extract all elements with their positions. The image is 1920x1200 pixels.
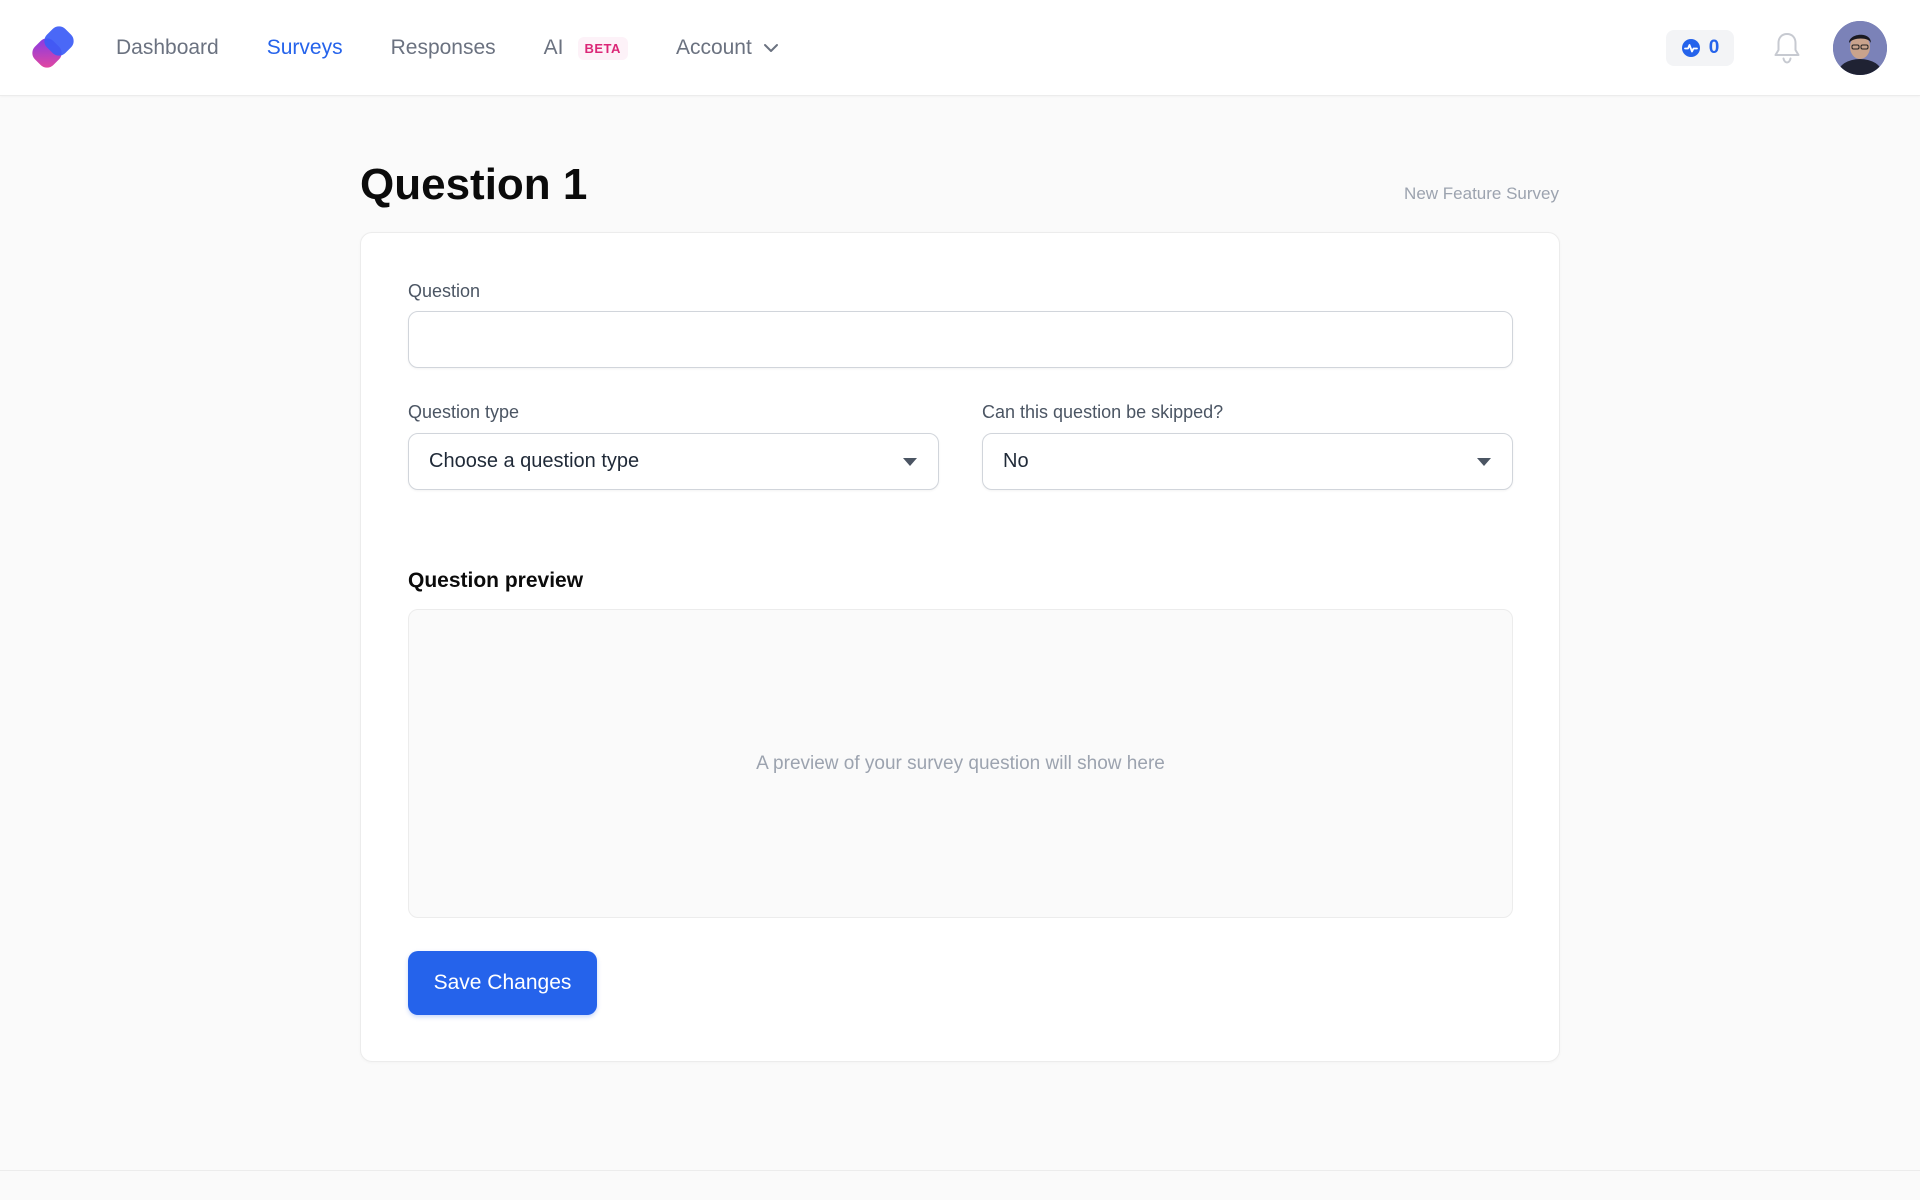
main-nav: Dashboard Surveys Responses AI BETA Acco…	[116, 0, 828, 96]
nav-item-label: Account	[675, 36, 752, 59]
question-editor-card: Question Question type Choose a question…	[360, 232, 1560, 1062]
preview-heading: Question preview	[408, 569, 584, 592]
nav-item-label: Responses	[390, 36, 496, 59]
chevron-down-icon	[763, 44, 778, 52]
question-label: Question	[408, 281, 481, 301]
nav-item-surveys[interactable]: Surveys	[267, 36, 343, 60]
user-avatar[interactable]	[1833, 21, 1887, 75]
skippable-select[interactable]: No	[982, 433, 1513, 490]
nav-item-account[interactable]: Account	[676, 36, 780, 60]
page-title: Question 1	[360, 160, 588, 209]
user-avatar-icon	[1833, 21, 1887, 75]
nav-item-label: Surveys	[266, 36, 343, 59]
caret-down-icon	[903, 457, 917, 466]
skip-label: Can this question be skipped?	[982, 402, 1224, 422]
caret-down-icon	[1477, 457, 1491, 466]
beta-badge: BETA	[577, 36, 628, 60]
nav-item-dashboard[interactable]: Dashboard	[116, 36, 219, 60]
nav-item-ai[interactable]: AI BETA	[544, 36, 628, 60]
nav-item-label: AI	[543, 36, 564, 59]
nav-item-label: Dashboard	[116, 36, 219, 59]
activity-badge-icon	[1681, 39, 1700, 57]
survey-name-link[interactable]: New Feature Survey	[1404, 184, 1559, 204]
credits-indicator[interactable]: 0	[1666, 30, 1734, 66]
question-input[interactable]	[408, 311, 1513, 368]
question-type-label: Question type	[408, 402, 520, 422]
question-preview-area: A preview of your survey question will s…	[408, 609, 1513, 918]
footer-divider	[0, 1170, 1920, 1171]
skippable-value: No	[1003, 450, 1029, 472]
save-changes-button[interactable]: Save Changes	[408, 951, 597, 1015]
credits-count: 0	[1708, 37, 1720, 58]
question-type-value: Choose a question type	[429, 450, 640, 472]
bell-icon[interactable]	[1770, 30, 1804, 66]
app-logo-icon[interactable]	[32, 26, 76, 70]
top-navigation-bar: Dashboard Surveys Responses AI BETA Acco…	[0, 0, 1920, 96]
nav-item-responses[interactable]: Responses	[391, 36, 496, 60]
question-type-select[interactable]: Choose a question type	[408, 433, 939, 490]
preview-placeholder-text: A preview of your survey question will s…	[756, 752, 1165, 774]
